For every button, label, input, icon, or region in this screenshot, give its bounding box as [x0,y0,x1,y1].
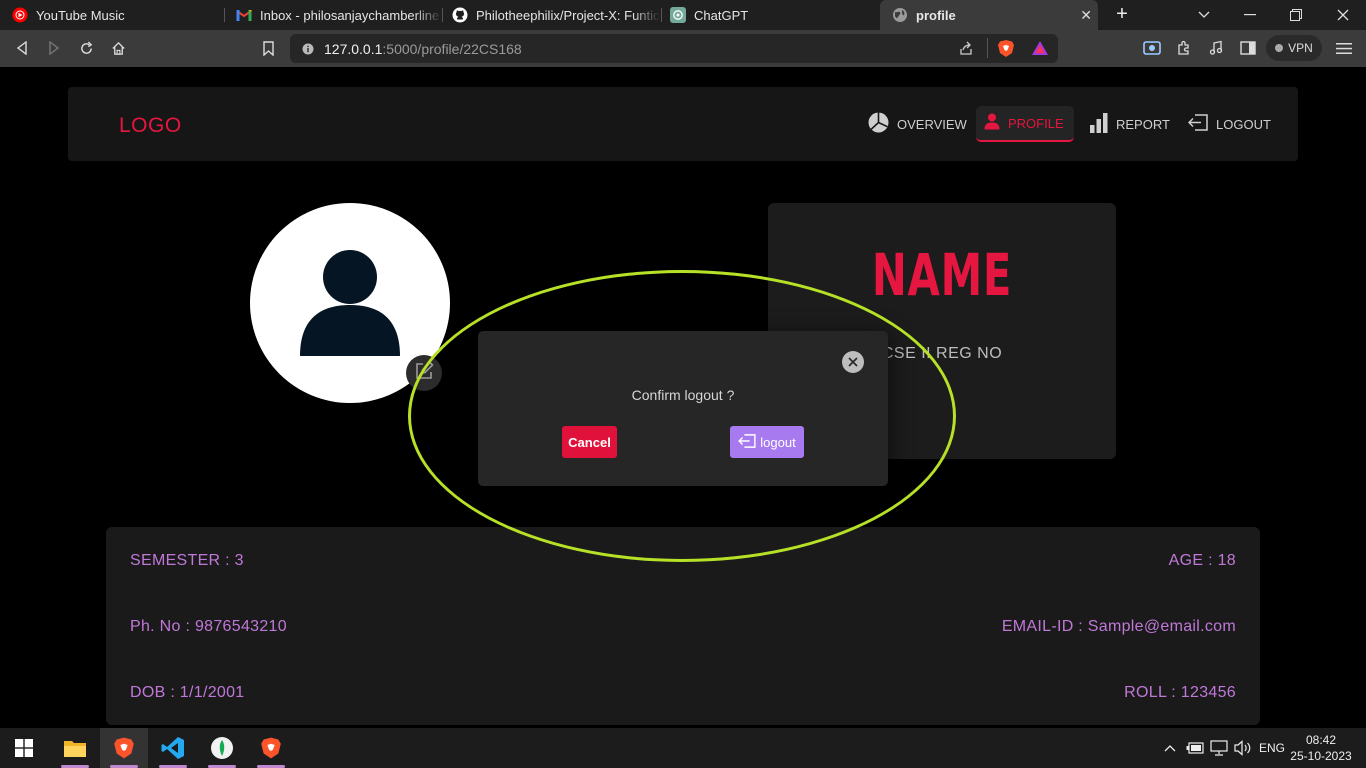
dialog-message: Confirm logout ? [631,387,735,403]
system-clock[interactable]: 08:42 25-10-2023 [1290,732,1352,764]
network-icon[interactable] [1208,728,1230,768]
back-icon[interactable] [12,38,32,58]
app-logo[interactable]: LOGO [119,114,182,138]
tab-gmail[interactable]: Inbox - philosanjaychamberline.26 [224,0,442,30]
tab-youtube-music[interactable]: YouTube Music [0,0,224,30]
nav-overview[interactable]: OVERVIEW [860,106,975,142]
dob-field: DOB : 1/1/2001 [130,684,245,701]
tab-profile[interactable]: profile ✕ [880,0,1098,30]
nav-profile[interactable]: PROFILE [976,106,1074,142]
home-icon[interactable] [108,38,128,58]
tab-list-chevron-down-icon[interactable] [1181,0,1227,30]
volume-icon[interactable] [1232,728,1254,768]
app-navbar: LOGO OVERVIEW PROFILE REPORT LOGOUT [68,87,1298,161]
chatgpt-icon [670,7,686,23]
site-info-icon[interactable] [302,42,314,60]
logout-icon [738,433,756,451]
email-field: EMAIL-ID : Sample@email.com [1001,618,1236,635]
vscode-icon[interactable] [149,728,197,768]
edit-icon [414,360,434,386]
bar-chart-icon [1090,112,1108,136]
github-icon [452,7,468,23]
forward-icon[interactable] [44,38,64,58]
vpn-button[interactable]: VPN [1266,35,1322,61]
tab-chatgpt[interactable]: ChatGPT [658,0,880,30]
age-field: AGE : 18 [1168,552,1236,569]
logout-icon [1187,114,1208,134]
address-bar[interactable]: 127.0.0.1:5000/profile/22CS168 [290,34,1058,63]
minimize-icon[interactable] [1227,0,1273,30]
tab-github[interactable]: Philotheephilix/Project-X: Funtional [440,0,660,30]
confirm-logout-button[interactable]: logout [730,426,804,458]
browser-toolbar: 127.0.0.1:5000/profile/22CS168 VPN [0,30,1366,67]
omnibox-divider [987,38,988,58]
media-control-icon[interactable] [1206,38,1226,58]
start-windows-icon[interactable] [0,728,48,768]
url-text: 127.0.0.1:5000/profile/22CS168 [324,41,522,57]
youtube-music-icon [12,7,28,23]
new-tab-plus-icon[interactable]: + [1112,4,1132,25]
gmail-icon [236,7,252,23]
globe-icon [892,7,908,23]
student-name: NAME [871,241,1013,309]
brave-browser-icon-2[interactable] [247,728,295,768]
close-dialog-icon[interactable] [842,351,864,373]
windows-taskbar: ENG 08:42 25-10-2023 [0,728,1366,768]
brave-browser-icon[interactable] [100,728,148,768]
semester-field: SEMESTER : 3 [130,552,244,569]
menu-hamburger-icon[interactable] [1334,38,1354,58]
user-icon [984,113,1000,133]
logout-confirm-dialog: Confirm logout ? Cancel logout [478,331,888,486]
close-window-icon[interactable] [1320,0,1366,30]
close-tab-icon[interactable]: ✕ [1080,7,1092,24]
vpn-status-dot [1275,44,1284,52]
screenshot-icon[interactable] [1142,38,1162,58]
extensions-icon[interactable] [1174,38,1194,58]
mongodb-compass-icon[interactable] [198,728,246,768]
sidebar-toggle-icon[interactable] [1238,38,1258,58]
cancel-button[interactable]: Cancel [562,426,617,458]
bookmark-icon[interactable] [258,38,278,58]
nav-report[interactable]: REPORT [1082,106,1178,142]
tray-chevron-up-icon[interactable] [1160,728,1180,768]
battery-icon[interactable] [1184,728,1206,768]
phone-field: Ph. No : 9876543210 [130,618,287,635]
brave-shields-icon[interactable] [997,39,1015,63]
edit-avatar-button[interactable] [406,355,442,391]
pie-chart-icon [868,112,889,136]
browser-tab-strip: YouTube Music Inbox - philosanjaychamber… [0,0,1366,30]
details-panel: SEMESTER : 3 AGE : 18 Ph. No : 987654321… [106,527,1260,725]
file-explorer-icon[interactable] [51,728,99,768]
brave-rewards-icon[interactable] [1031,40,1049,61]
roll-field: ROLL : 123456 [1124,684,1236,701]
reload-icon[interactable] [76,38,96,58]
restore-icon[interactable] [1273,0,1319,30]
input-language[interactable]: ENG [1256,728,1288,768]
nav-logout[interactable]: LOGOUT [1180,106,1279,142]
share-icon[interactable] [958,40,974,61]
